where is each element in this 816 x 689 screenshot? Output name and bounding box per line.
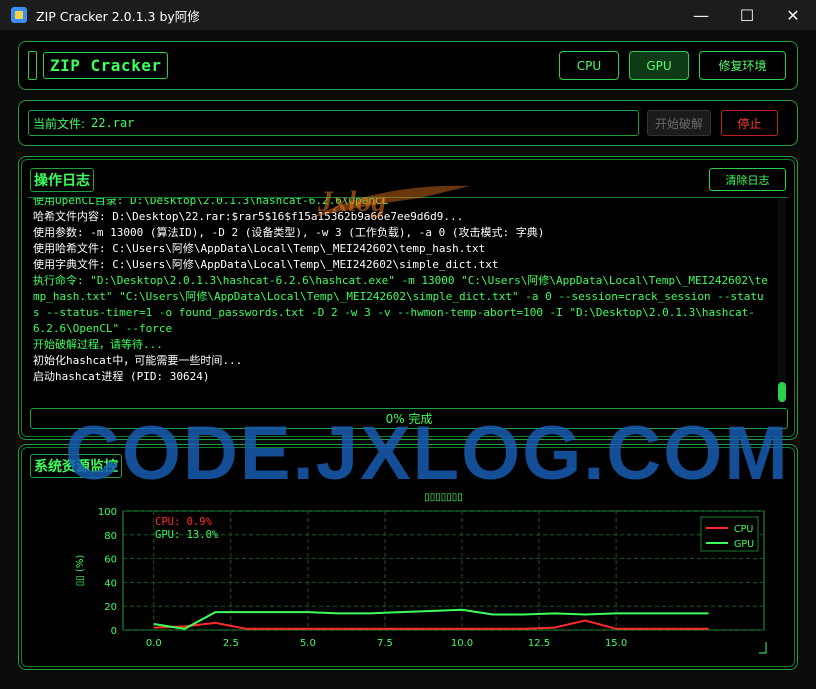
y-tick-label: 80 (104, 531, 117, 542)
log-line: 开始破解过程，请等待... (33, 338, 163, 351)
minimize-button[interactable]: — (678, 0, 724, 30)
monitor-panel: 系统资源监控 0 20 40 60 80 100 0.0 2.5 5.0 7.5 10.0 12.5 1… (18, 444, 798, 670)
y-tick-label: 100 (98, 507, 117, 518)
title-bar: ZIP Cracker 2.0.1.3 by阿修 — ☐ ✕ (0, 0, 816, 30)
log-line: 哈希文件内容: D:\Desktop\22.rar:$rar5$16$f15a1… (33, 210, 464, 223)
x-tick-label: 7.5 (377, 638, 393, 649)
cpu-mode-button[interactable]: CPU (559, 51, 619, 80)
legend-label: CPU (734, 524, 753, 535)
x-tick-label: 12.5 (528, 638, 550, 649)
x-tick-label: 5.0 (300, 638, 316, 649)
corner-mark (759, 642, 767, 654)
repair-env-button[interactable]: 修复环境 (699, 51, 786, 80)
logo-text: ZIP Cracker (50, 56, 162, 75)
log-scroll-thumb[interactable] (778, 382, 786, 402)
log-line: 初始化hashcat中，可能需要一些时间... (33, 354, 243, 367)
log-line: 使用参数: -m 13000 (算法ID), -D 2 (设备类型), -w 3… (33, 226, 545, 239)
start-crack-button[interactable]: 开始破解 (647, 110, 711, 136)
file-panel: 当前文件: 22.rar 开始破解 停止 (18, 100, 798, 146)
y-axis-label: ▯▯ (%) (75, 555, 86, 587)
current-file-label: 当前文件: (33, 116, 86, 131)
annotation-text: GPU: 13.0% (155, 529, 219, 541)
legend-label: GPU (734, 539, 754, 550)
x-tick-label: 2.5 (223, 638, 239, 649)
log-line: 使用OpenCL目录: D:\Desktop\2.0.1.3\hashcat-6… (33, 197, 389, 207)
close-button[interactable]: ✕ (770, 0, 816, 30)
resource-chart: 0 20 40 60 80 100 0.0 2.5 5.0 7.5 10.0 12.5 15.0 ▯▯▯▯… (75, 492, 767, 654)
progress-bar: 0% 完成 (30, 408, 788, 429)
log-panel: 操作日志 清除日志 使用OpenCL目录: D:\Desktop\2.0.1.3… (18, 156, 798, 440)
x-tick-label: 0.0 (146, 638, 162, 649)
clear-log-button[interactable]: 清除日志 (709, 168, 786, 191)
log-line: 使用字典文件: C:\Users\阿修\AppData\Local\Temp\_… (33, 258, 499, 271)
y-tick-label: 40 (104, 578, 117, 589)
log-output[interactable]: 使用OpenCL目录: D:\Desktop\2.0.1.3\hashcat-6… (28, 197, 788, 403)
app-icon (11, 7, 27, 23)
y-tick-label: 60 (104, 555, 117, 566)
log-title: 操作日志 (30, 168, 94, 192)
logo-bar (28, 51, 37, 80)
annotation-text: CPU: 0.9% (155, 516, 213, 528)
progress-text: 0% 完成 (385, 412, 433, 426)
log-line: 启动hashcat进程 (PID: 30624) (33, 370, 210, 383)
header-panel: ZIP Cracker CPU GPU 修复环境 (18, 41, 798, 90)
stop-button[interactable]: 停止 (721, 110, 778, 136)
log-line: 使用哈希文件: C:\Users\阿修\AppData\Local\Temp\_… (33, 242, 486, 255)
logo-box: ZIP Cracker (43, 52, 169, 79)
log-line: 执行命令: "D:\Desktop\2.0.1.3\hashcat-6.2.6\… (33, 274, 768, 335)
logo: ZIP Cracker (28, 51, 169, 80)
window-title: ZIP Cracker 2.0.1.3 by阿修 (36, 8, 200, 24)
y-tick-label: 20 (104, 602, 117, 613)
window-controls: — ☐ ✕ (678, 0, 816, 30)
maximize-button[interactable]: ☐ (724, 0, 770, 30)
log-scrollbar[interactable] (778, 198, 786, 403)
x-tick-label: 15.0 (605, 638, 627, 649)
current-file-name: 22.rar (91, 116, 135, 130)
y-tick-label: 0 (111, 626, 117, 637)
log-lines: 使用OpenCL目录: D:\Desktop\2.0.1.3\hashcat-6… (28, 197, 788, 385)
chart-title: ▯▯▯▯▯▯▯ (424, 492, 463, 503)
x-tick-label: 10.0 (451, 638, 473, 649)
gpu-mode-button[interactable]: GPU (629, 51, 689, 80)
current-file-field[interactable]: 当前文件: 22.rar (28, 110, 639, 136)
